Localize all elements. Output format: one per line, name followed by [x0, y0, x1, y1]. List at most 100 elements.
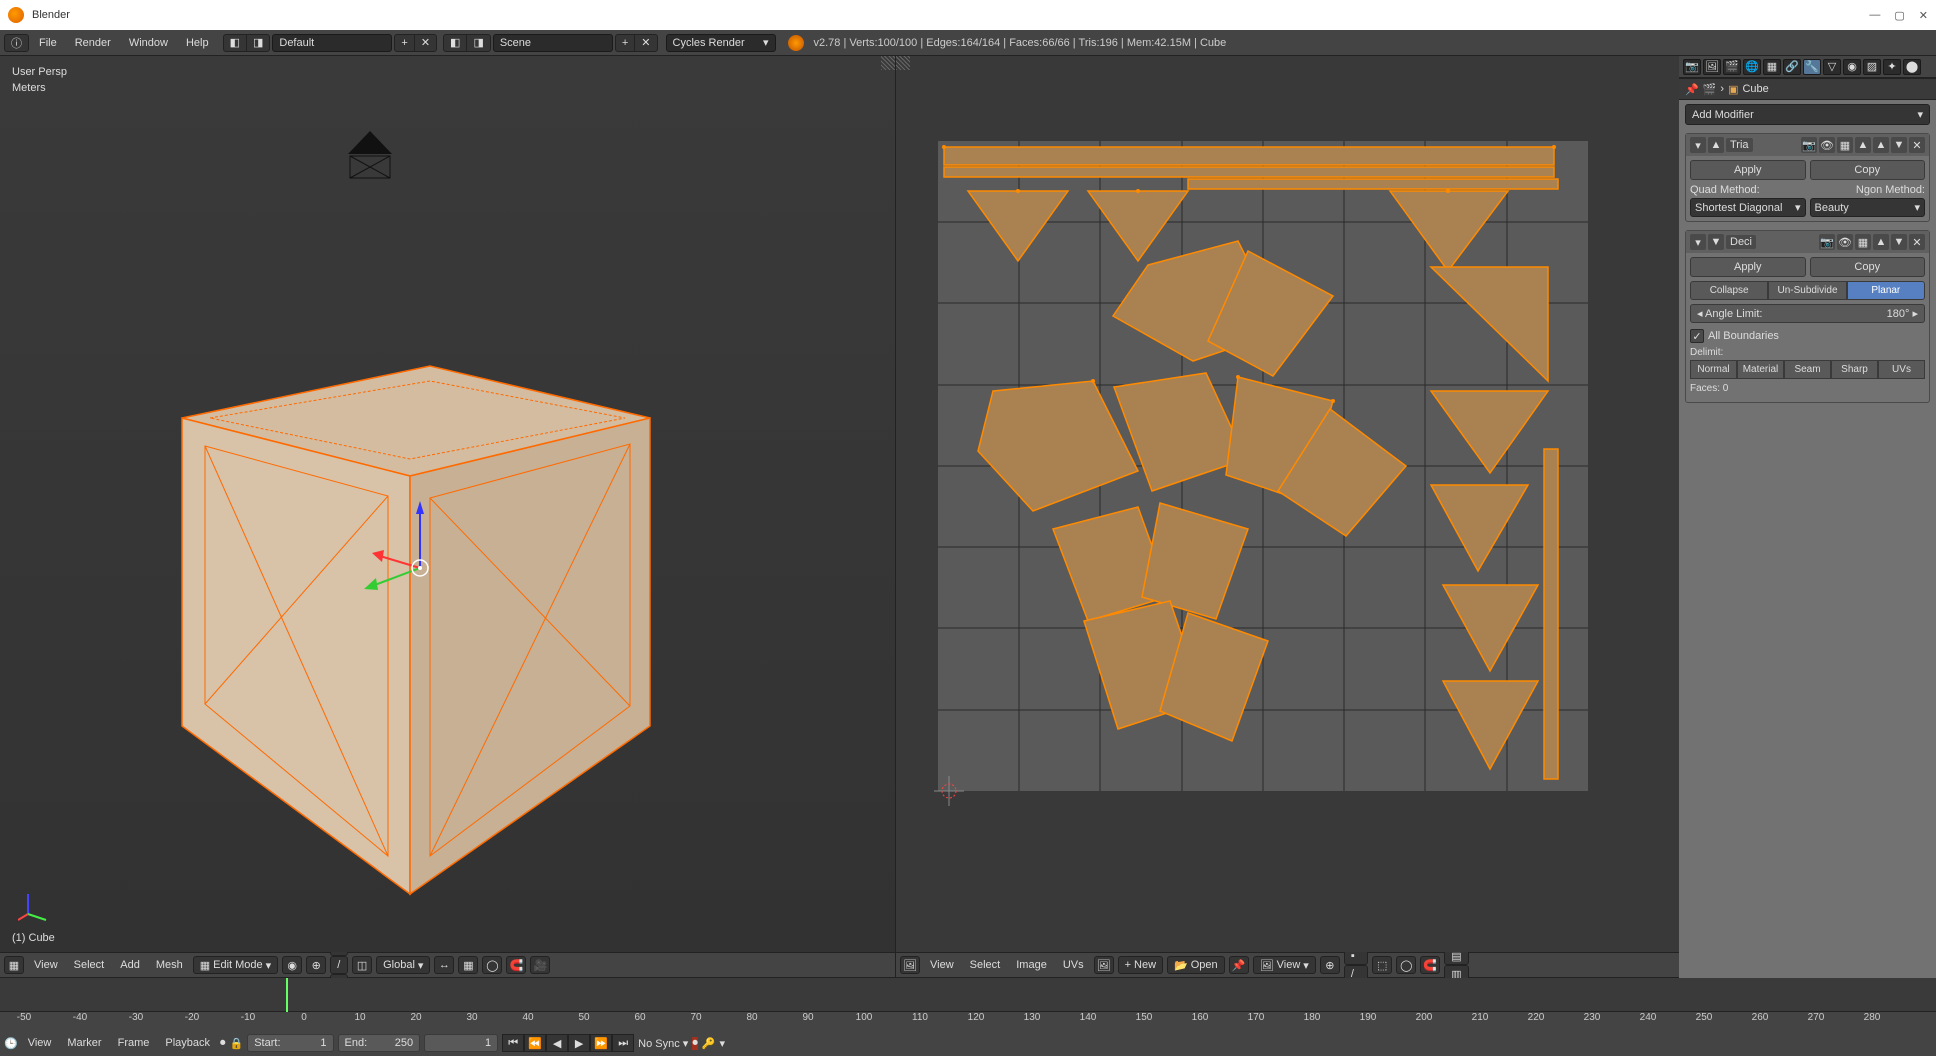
render-visibility-icon[interactable]: 📷	[1801, 137, 1817, 153]
properties-editor[interactable]: 📷 🖼 🎬 🌐 ▦ 🔗 🔧 ▽ ◉ ▨ ✦ ⬤ 📌 🎬 › ▣ Cube Add…	[1679, 56, 1936, 978]
menu-window[interactable]: Window	[121, 34, 176, 52]
delimit-sharp[interactable]: Sharp	[1831, 360, 1878, 379]
quad-method-dropdown[interactable]: Shortest Diagonal▾	[1690, 198, 1806, 217]
view3d-editor[interactable]: User Persp Meters	[0, 56, 896, 978]
uv-editor[interactable]: 🖼 View Select Image UVs 🖼 + New 📂 Open 📌…	[896, 56, 1679, 978]
delimit-normal[interactable]: Normal	[1690, 360, 1737, 379]
uv-sticky-icon[interactable]: ⬚	[1372, 956, 1392, 974]
limit-selection-icon[interactable]: ◫	[352, 956, 372, 974]
ngon-method-dropdown[interactable]: Beauty▾	[1810, 198, 1926, 217]
sync-dropdown[interactable]: No Sync ▾	[638, 1037, 688, 1050]
play-reverse-icon[interactable]: ◀	[546, 1034, 568, 1052]
mode-dropdown[interactable]: ▦ Edit Mode ▾	[193, 956, 278, 974]
play-icon[interactable]: ▶	[568, 1034, 590, 1052]
tab-data-icon[interactable]: ▽	[1823, 59, 1841, 75]
apply-button[interactable]: Apply	[1690, 257, 1806, 277]
uv-layout[interactable]	[938, 141, 1598, 801]
scene-next-icon[interactable]: ◨	[467, 35, 489, 51]
view3d-menu-view[interactable]: View	[28, 956, 64, 974]
editor-type-3dview-icon[interactable]: ▦	[4, 956, 24, 974]
add-modifier-dropdown[interactable]: Add Modifier▾	[1685, 104, 1930, 125]
tab-texture-icon[interactable]: ▨	[1863, 59, 1881, 75]
view3d-menu-select[interactable]: Select	[68, 956, 111, 974]
area-split-handle[interactable]	[896, 56, 910, 70]
layers-icon[interactable]: ▦	[458, 956, 478, 974]
menu-file[interactable]: File	[31, 34, 65, 52]
uv-proportional-icon[interactable]: ◯	[1396, 956, 1416, 974]
pin-icon[interactable]: 📌	[1229, 956, 1249, 974]
screen-layout-next-icon[interactable]: ◨	[247, 35, 269, 51]
delimit-material[interactable]: Material	[1737, 360, 1784, 379]
collapse-toggle-icon[interactable]: ▾	[1690, 137, 1706, 153]
view3d-canvas[interactable]: User Persp Meters	[0, 56, 895, 952]
delete-modifier-icon[interactable]: ✕	[1909, 234, 1925, 250]
uv-menu-select[interactable]: Select	[964, 956, 1007, 974]
end-frame-field[interactable]: End:250	[338, 1034, 421, 1052]
area-split-handle[interactable]	[881, 56, 895, 70]
delete-modifier-icon[interactable]: ✕	[1909, 137, 1925, 153]
object-crumb[interactable]: Cube	[1742, 83, 1768, 95]
timeline-menu-frame[interactable]: Frame	[112, 1034, 156, 1052]
tab-render-icon[interactable]: 📷	[1683, 59, 1701, 75]
delimit-seam[interactable]: Seam	[1784, 360, 1831, 379]
editor-type-icon[interactable]: ⓘ	[5, 35, 28, 51]
uv-menu-view[interactable]: View	[924, 956, 960, 974]
apply-button[interactable]: Apply	[1690, 160, 1806, 180]
layout-add-icon[interactable]: +	[395, 35, 414, 51]
menu-help[interactable]: Help	[178, 34, 217, 52]
modifier-name-field[interactable]: Deci	[1726, 235, 1756, 249]
manipulator-translate-icon[interactable]: ↔	[434, 956, 454, 974]
lock-range-icon[interactable]: 🔒	[230, 1037, 244, 1050]
tab-constraints-icon[interactable]: 🔗	[1783, 59, 1801, 75]
tab-material-icon[interactable]: ◉	[1843, 59, 1861, 75]
uv-canvas[interactable]	[896, 56, 1679, 952]
render-visibility-icon[interactable]: 📷	[1819, 234, 1835, 250]
uv-menu-uvs[interactable]: UVs	[1057, 956, 1090, 974]
view3d-menu-add[interactable]: Add	[114, 956, 146, 974]
collapse-toggle-icon[interactable]: ▾	[1690, 234, 1706, 250]
window-close[interactable]: ✕	[1919, 9, 1928, 22]
shading-solid-icon[interactable]: ◉	[282, 956, 302, 974]
render-engine-dropdown[interactable]: Cycles Render▾	[666, 34, 776, 52]
editor-type-timeline-icon[interactable]: 🕒	[4, 1037, 18, 1050]
uv-view-dropdown[interactable]: 🖼 View ▾	[1253, 956, 1316, 974]
select-edge-icon[interactable]: /	[330, 956, 348, 974]
window-maximize[interactable]: ▢	[1894, 9, 1904, 22]
copy-button[interactable]: Copy	[1810, 160, 1926, 180]
scene-field[interactable]: Scene	[493, 34, 613, 52]
open-image-button[interactable]: 📂 Open	[1167, 956, 1225, 974]
pivot-uv-icon[interactable]: ⊕	[1320, 956, 1340, 974]
keyframe-prev-icon[interactable]: ⏪	[524, 1034, 546, 1052]
pin-icon[interactable]: 📌	[1685, 83, 1699, 96]
render-preview-icon[interactable]: 🎥	[530, 956, 550, 974]
decimate-collapse[interactable]: Collapse	[1690, 281, 1768, 300]
auto-keyframe-icon[interactable]: ⏺	[220, 1037, 226, 1050]
tab-object-icon[interactable]: ▦	[1763, 59, 1781, 75]
view3d-menu-mesh[interactable]: Mesh	[150, 956, 189, 974]
angle-limit-field[interactable]: ◂ Angle Limit: 180° ▸	[1690, 304, 1925, 323]
cage-icon[interactable]: ▲	[1855, 137, 1871, 153]
keyframe-next-icon[interactable]: ⏩	[590, 1034, 612, 1052]
tab-physics-icon[interactable]: ⬤	[1903, 59, 1921, 75]
scene-prev-icon[interactable]: ◧	[444, 35, 467, 51]
move-down-icon[interactable]: ▼	[1891, 137, 1907, 153]
keying-set-icon[interactable]: 🔑	[702, 1037, 716, 1050]
tab-modifiers-icon[interactable]: 🔧	[1803, 59, 1821, 75]
new-image-button[interactable]: + New	[1118, 956, 1163, 974]
timeline-menu-marker[interactable]: Marker	[61, 1034, 107, 1052]
scene-delete-icon[interactable]: ✕	[635, 35, 656, 51]
editmode-visibility-icon[interactable]: ▦	[1837, 137, 1853, 153]
pivot-icon[interactable]: ⊕	[306, 956, 326, 974]
snap-icon[interactable]: 🧲	[506, 956, 526, 974]
editor-type-uv-icon[interactable]: 🖼	[900, 956, 920, 974]
image-browse-icon[interactable]: 🖼	[1094, 956, 1114, 974]
tab-particles-icon[interactable]: ✦	[1883, 59, 1901, 75]
tab-world-icon[interactable]: 🌐	[1743, 59, 1761, 75]
viewport-visibility-icon[interactable]: 👁	[1819, 137, 1835, 153]
copy-button[interactable]: Copy	[1810, 257, 1926, 277]
transform-orient-dropdown[interactable]: Global ▾	[376, 956, 430, 974]
uv-snap-icon[interactable]: 🧲	[1420, 956, 1440, 974]
tab-scene-icon[interactable]: 🎬	[1723, 59, 1741, 75]
layout-delete-icon[interactable]: ✕	[415, 35, 436, 51]
screen-layout-prev-icon[interactable]: ◧	[224, 35, 247, 51]
